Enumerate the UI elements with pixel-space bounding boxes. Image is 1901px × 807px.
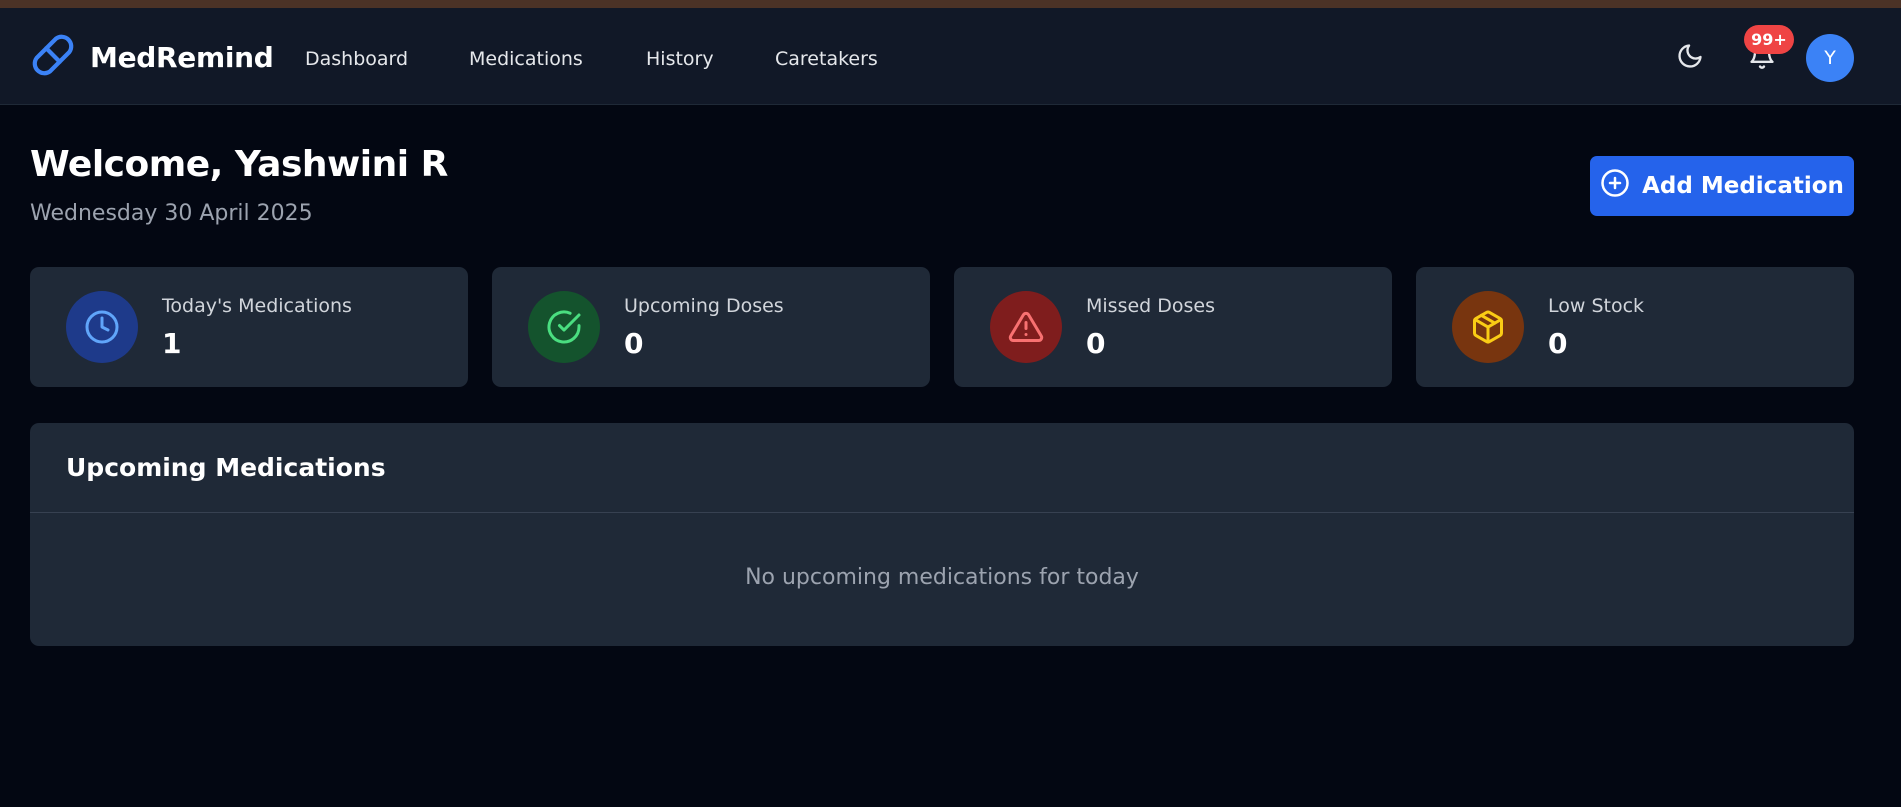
plus-circle-icon	[1600, 168, 1642, 204]
window-top-strip	[0, 0, 1901, 8]
stat-label: Low Stock	[1548, 295, 1645, 317]
stat-value: 0	[1548, 327, 1568, 360]
stat-label: Missed Doses	[1086, 295, 1216, 317]
top-navbar: MedRemind Dashboard Medications History …	[0, 8, 1901, 105]
stat-card-todays-medications: Today's Medications 1	[30, 267, 468, 387]
stat-label: Today's Medications	[162, 295, 352, 317]
stat-card-missed-doses: Missed Doses 0	[954, 267, 1392, 387]
add-medication-button[interactable]: Add Medication	[1590, 156, 1854, 216]
user-avatar[interactable]: Y	[1806, 34, 1854, 82]
moon-icon	[1676, 42, 1704, 74]
stat-value: 1	[162, 327, 182, 360]
check-circle-icon	[528, 291, 600, 363]
clock-icon	[66, 291, 138, 363]
notification-count-badge: 99+	[1744, 25, 1794, 54]
page-title: Welcome, Yashwini R	[30, 144, 448, 185]
current-date: Wednesday 30 April 2025	[30, 201, 313, 226]
package-icon	[1452, 291, 1524, 363]
add-medication-label: Add Medication	[1642, 173, 1844, 199]
stat-value: 0	[624, 327, 644, 360]
stat-card-low-stock: Low Stock 0	[1416, 267, 1854, 387]
panel-header: Upcoming Medications	[30, 423, 1854, 513]
alert-triangle-icon	[990, 291, 1062, 363]
empty-state-text: No upcoming medications for today	[745, 565, 1139, 590]
nav-caretakers[interactable]: Caretakers	[775, 48, 878, 70]
brand-logo[interactable]: MedRemind	[30, 34, 274, 80]
stat-label: Upcoming Doses	[624, 295, 784, 317]
pill-icon	[30, 32, 76, 82]
panel-title: Upcoming Medications	[66, 453, 386, 482]
theme-toggle-button[interactable]	[1670, 38, 1710, 78]
nav-dashboard[interactable]: Dashboard	[305, 48, 408, 70]
upcoming-medications-panel: Upcoming Medications No upcoming medicat…	[30, 423, 1854, 646]
stat-value: 0	[1086, 327, 1106, 360]
nav-history[interactable]: History	[646, 48, 714, 70]
nav-medications[interactable]: Medications	[469, 48, 583, 70]
brand-name: MedRemind	[90, 40, 274, 74]
stat-card-upcoming-doses: Upcoming Doses 0	[492, 267, 930, 387]
